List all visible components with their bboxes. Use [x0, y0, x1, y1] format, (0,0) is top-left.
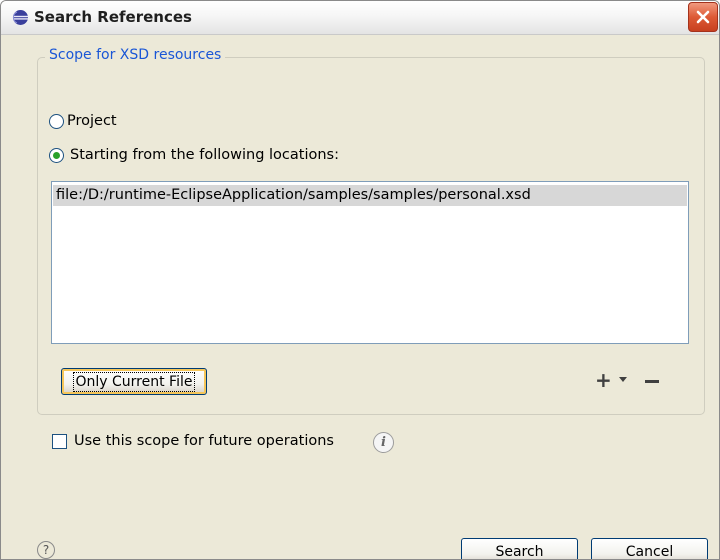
only-current-file-label: Only Current File [72, 371, 196, 392]
triangle-down-icon[interactable] [619, 377, 627, 383]
search-button-label: Search [495, 543, 544, 560]
dialog-title: Search References [34, 8, 192, 26]
locations-list[interactable]: file:/D:/runtime-EclipseApplication/samp… [51, 181, 689, 344]
title-bar[interactable]: Search References [1, 1, 719, 35]
radio-locations-label[interactable]: Starting from the following locations: [70, 147, 339, 163]
close-button[interactable] [688, 2, 718, 32]
cancel-button[interactable]: Cancel [591, 538, 708, 560]
radio-locations[interactable]: Starting from the following locations: [49, 147, 339, 163]
use-scope-checkbox[interactable] [52, 433, 67, 449]
plus-icon[interactable]: + [595, 370, 612, 390]
only-current-file-button[interactable]: Only Current File [61, 368, 207, 395]
cancel-button-label: Cancel [625, 543, 674, 560]
radio-locations-button[interactable] [49, 147, 64, 163]
search-button[interactable]: Search [461, 538, 578, 560]
use-scope-label[interactable]: Use this scope for future operations [74, 433, 334, 449]
minus-icon[interactable] [645, 380, 659, 384]
info-icon[interactable]: i [373, 432, 394, 453]
use-scope-option[interactable]: Use this scope for future operations [52, 433, 334, 449]
close-icon [696, 10, 710, 24]
radio-project[interactable]: Project [49, 113, 117, 129]
eclipse-icon [12, 10, 28, 25]
search-references-dialog: Search References Scope for XSD resource… [0, 0, 720, 560]
list-item[interactable]: file:/D:/runtime-EclipseApplication/samp… [53, 185, 687, 206]
scope-group-legend: Scope for XSD resources [45, 47, 226, 63]
radio-project-label[interactable]: Project [67, 113, 117, 129]
help-icon[interactable]: ? [37, 541, 55, 559]
radio-project-button[interactable] [49, 113, 64, 129]
